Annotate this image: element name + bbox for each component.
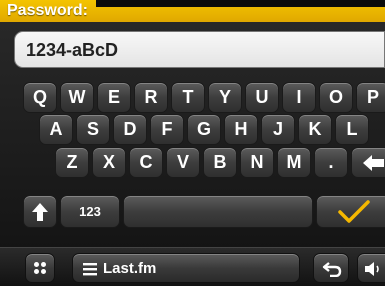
key-a[interactable]: A	[39, 114, 73, 145]
footer-bar: Last.fm	[0, 247, 385, 286]
key-i[interactable]: I	[282, 82, 316, 113]
password-value: 1234-aBcD	[26, 40, 119, 60]
title-bar-shadow	[96, 0, 385, 7]
shift-key[interactable]	[23, 195, 57, 228]
key-period[interactable]: .	[314, 147, 348, 178]
shift-icon	[32, 203, 48, 221]
key-w[interactable]: W	[60, 82, 94, 113]
volume-button[interactable]	[357, 253, 385, 283]
password-field[interactable]: 1234-aBcD	[14, 31, 385, 68]
confirm-key[interactable]	[316, 195, 385, 228]
numbers-key[interactable]: 123	[60, 195, 120, 228]
key-x[interactable]: X	[92, 147, 126, 178]
space-key[interactable]	[123, 195, 313, 228]
key-s[interactable]: S	[76, 114, 110, 145]
source-label: Last.fm	[103, 260, 157, 277]
key-e[interactable]: E	[97, 82, 131, 113]
key-k[interactable]: K	[298, 114, 332, 145]
key-r[interactable]: R	[134, 82, 168, 113]
key-n[interactable]: N	[240, 147, 274, 178]
key-g[interactable]: G	[187, 114, 221, 145]
key-b[interactable]: B	[203, 147, 237, 178]
key-u[interactable]: U	[245, 82, 279, 113]
key-l[interactable]: L	[335, 114, 369, 145]
key-q[interactable]: Q	[23, 82, 57, 113]
checkmark-icon	[338, 200, 370, 223]
key-f[interactable]: F	[150, 114, 184, 145]
key-h[interactable]: H	[224, 114, 258, 145]
apps-button[interactable]	[25, 253, 55, 283]
key-p[interactable]: P	[356, 82, 385, 113]
key-d[interactable]: D	[113, 114, 147, 145]
backspace-key[interactable]	[351, 147, 385, 178]
key-o[interactable]: O	[319, 82, 353, 113]
menu-icon	[83, 263, 97, 276]
key-c[interactable]: C	[129, 147, 163, 178]
volume-icon	[365, 262, 379, 276]
key-m[interactable]: M	[277, 147, 311, 178]
key-j[interactable]: J	[261, 114, 295, 145]
password-entry-screen: Password: 1234-aBcD Q W E R T Y U I O P …	[0, 0, 385, 286]
key-v[interactable]: V	[166, 147, 200, 178]
page-title: Password:	[7, 2, 88, 19]
apps-grid-icon	[34, 262, 46, 274]
key-t[interactable]: T	[171, 82, 205, 113]
source-menu-button[interactable]: Last.fm	[72, 253, 300, 283]
key-y[interactable]: Y	[208, 82, 242, 113]
backspace-icon	[363, 155, 384, 171]
key-z[interactable]: Z	[55, 147, 89, 178]
back-button[interactable]	[313, 253, 349, 283]
back-icon	[322, 262, 342, 277]
